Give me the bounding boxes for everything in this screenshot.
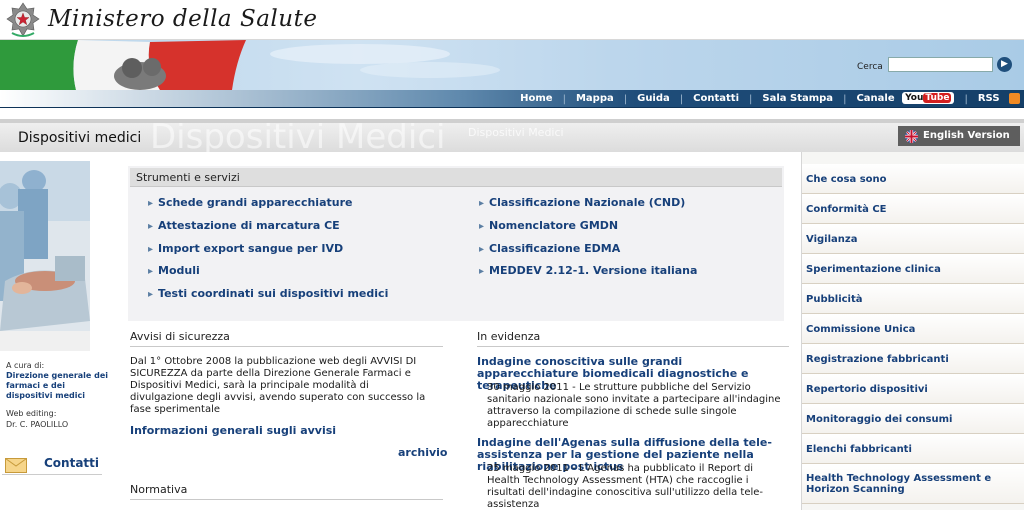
header-banner: Cerca ▶	[0, 40, 1024, 90]
highlight-text: 25 maggio 2011 - L'Agenas ha pubblicato …	[487, 463, 764, 510]
sidebar-item-label: Sperimentazione clinica	[806, 264, 941, 275]
nav-mappa[interactable]: Mappa	[566, 90, 624, 108]
left-column: A cura di: Direzione generale dei farmac…	[0, 155, 112, 510]
sidebar-item-label: Registrazione fabbricanti	[806, 354, 949, 365]
safety-notices-text: Dal 1° Ottobre 2008 la pubblicazione web…	[130, 356, 426, 415]
tools-and-services-box: Strumenti e servizi Schede grandi appare…	[128, 166, 784, 321]
contact-link[interactable]: Contatti	[2, 451, 102, 475]
tool-link[interactable]: Import export sangue per IVD	[148, 242, 343, 255]
tool-link[interactable]: MEDDEV 2.12-1. Versione italiana	[479, 264, 697, 277]
safety-notices-info-link[interactable]: Informazioni generali sugli avvisi	[130, 425, 336, 437]
english-version-label: English Version	[923, 130, 1010, 141]
web-editing-label: Web editing:	[6, 409, 57, 418]
nav-sala-stampa[interactable]: Sala Stampa	[752, 90, 843, 108]
normativa-heading[interactable]: Normativa	[130, 483, 443, 500]
youtube-you-text: You	[905, 93, 924, 103]
right-sidebar: Che cosa sono Conformità CE Vigilanza Sp…	[801, 152, 1024, 510]
tool-link[interactable]: Schede grandi apparecchiature	[148, 196, 352, 209]
tool-link[interactable]: Classificazione Nazionale (CND)	[479, 196, 685, 209]
curated-by-department[interactable]: Direzione generale dei farmaci e dei dis…	[6, 371, 112, 401]
nav-guida[interactable]: Guida	[627, 90, 680, 108]
sidebar-item-label: Commissione Unica	[806, 324, 916, 335]
nav-contatti[interactable]: Contatti	[683, 90, 749, 108]
main-navbar: Home | Mappa | Guida | Contatti | Sala S…	[0, 90, 1024, 108]
curated-by-label: A cura di:	[6, 361, 45, 370]
nav-home[interactable]: Home	[510, 90, 562, 108]
sidebar-item-monitoraggio-consumi[interactable]: Monitoraggio dei consumi	[802, 404, 1024, 434]
highlight-text: 30 maggio 2011 - Le strutture pubbliche …	[487, 382, 781, 429]
sidebar-item-sperimentazione-clinica[interactable]: Sperimentazione clinica	[802, 254, 1024, 284]
nav-canale[interactable]: Canale You Tube	[846, 90, 964, 108]
highlights-heading: In evidenza	[477, 330, 789, 347]
tools-header: Strumenti e servizi	[130, 168, 782, 187]
youtube-icon: You Tube	[902, 92, 955, 104]
sidebar-item-label: Conformità CE	[806, 204, 887, 215]
safety-notices-heading: Avvisi di sicurezza	[130, 330, 443, 347]
ministry-title[interactable]: Ministero della Salute	[48, 6, 317, 32]
sidebar-item-label: Monitoraggio dei consumi	[806, 414, 953, 425]
section-band: Dispositivi Medici Dispositivi Medici Di…	[0, 119, 1024, 152]
sidebar-item-registrazione-fabbricanti[interactable]: Registrazione fabbricanti	[802, 344, 1024, 374]
sidebar-item-pubblicita[interactable]: Pubblicità	[802, 284, 1024, 314]
page-title: Dispositivi medici	[18, 130, 142, 146]
search-go-icon[interactable]: ▶	[997, 57, 1012, 72]
nav-canale-label: Canale	[856, 93, 895, 104]
sidebar-item-elenchi-fabbricanti[interactable]: Elenchi fabbricanti	[802, 434, 1024, 464]
uk-flag-icon	[905, 130, 918, 143]
nav-rss-label: RSS	[977, 93, 1000, 104]
tool-link[interactable]: Nomenclatore GMDN	[479, 219, 618, 232]
top-header: Ministero della Salute	[0, 0, 1024, 40]
sidebar-item-conformita-ce[interactable]: Conformità CE	[802, 194, 1024, 224]
english-version-button[interactable]: English Version	[898, 126, 1020, 146]
section-watermark: Dispositivi Medici	[150, 119, 446, 152]
sidebar-item-vigilanza[interactable]: Vigilanza	[802, 224, 1024, 254]
sidebar-item-label: Health Technology Assessment e Horizon S…	[806, 473, 992, 495]
tool-link[interactable]: Classificazione EDMA	[479, 242, 620, 255]
nav-rss[interactable]: RSS	[968, 90, 1024, 108]
rss-icon	[1009, 92, 1020, 104]
section-watermark-small: Dispositivi Medici	[468, 126, 564, 139]
italian-flag-banner	[0, 40, 500, 90]
web-editing-name: Dr. C. PAOLILLO	[6, 420, 69, 429]
tool-link[interactable]: Testi coordinati sui dispositivi medici	[148, 287, 388, 300]
tool-link[interactable]: Attestazione di marcatura CE	[148, 219, 340, 232]
sidebar-item-commissione-unica[interactable]: Commissione Unica	[802, 314, 1024, 344]
search-input[interactable]	[888, 57, 993, 72]
sidebar-item-label: Che cosa sono	[806, 174, 887, 185]
archive-link[interactable]: archivio	[398, 447, 447, 459]
sidebar-item-che-cosa-sono[interactable]: Che cosa sono	[802, 164, 1024, 194]
emblem-icon[interactable]	[6, 2, 40, 38]
sidebar-item-label: Elenchi fabbricanti	[806, 444, 912, 455]
contact-label: Contatti	[44, 456, 100, 470]
sidebar-item-label: Vigilanza	[806, 234, 858, 245]
sidebar-item-repertorio-dispositivi[interactable]: Repertorio dispositivi	[802, 374, 1024, 404]
search-label: Cerca	[857, 62, 883, 72]
youtube-tube-text: Tube	[923, 93, 952, 103]
sidebar-item-label: Pubblicità	[806, 294, 863, 305]
sidebar-item-label: Repertorio dispositivi	[806, 384, 928, 395]
surgery-photo	[0, 161, 90, 351]
tool-link[interactable]: Moduli	[148, 264, 200, 277]
mail-icon	[5, 458, 27, 473]
sidebar-item-hta[interactable]: Health Technology Assessment e Horizon S…	[802, 464, 1024, 504]
